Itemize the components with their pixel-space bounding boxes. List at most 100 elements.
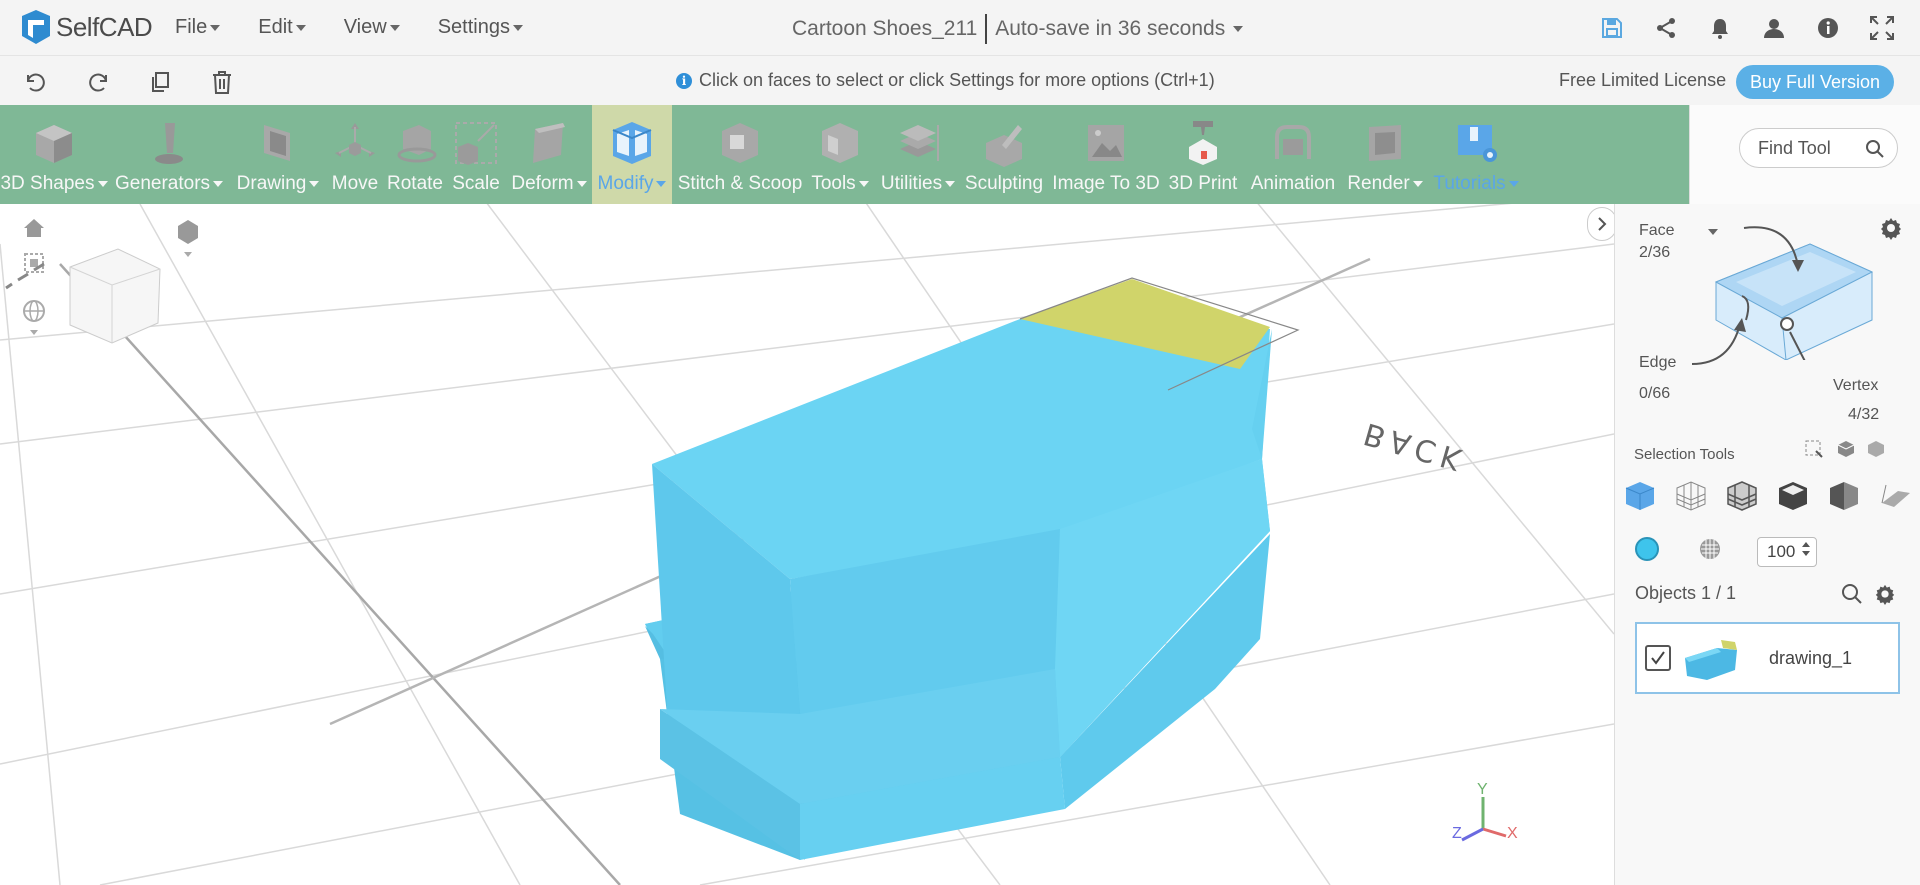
left-face-label-graphic bbox=[5, 262, 45, 290]
stepper-down-icon[interactable] bbox=[1802, 551, 1810, 556]
tool-drawing[interactable]: Drawing bbox=[234, 105, 322, 204]
tool-generators[interactable]: Generators bbox=[110, 105, 228, 204]
menu-view[interactable]: View bbox=[344, 16, 400, 39]
autosave-chevron-icon[interactable] bbox=[1233, 26, 1244, 32]
tool-label: Scale bbox=[452, 173, 500, 194]
chevron-right-icon bbox=[1598, 217, 1607, 231]
menu-edit-label: Edit bbox=[258, 16, 293, 38]
share-icon[interactable] bbox=[1650, 14, 1682, 42]
undo-icon[interactable] bbox=[20, 68, 52, 96]
tool-3d-shapes[interactable]: 3D Shapes bbox=[0, 105, 108, 204]
tool-label: Animation bbox=[1250, 173, 1336, 194]
chevron-down-icon bbox=[576, 181, 587, 187]
sub-bar: i Click on faces to select or click Sett… bbox=[0, 56, 1920, 105]
gear-icon[interactable] bbox=[1879, 216, 1903, 240]
tool-sculpting[interactable]: Sculpting bbox=[962, 105, 1046, 204]
search-icon[interactable] bbox=[1865, 139, 1885, 164]
buy-full-version-button[interactable]: Buy Full Version bbox=[1736, 65, 1894, 99]
select-mesh-icon[interactable] bbox=[1673, 478, 1709, 514]
save-icon[interactable] bbox=[1596, 14, 1628, 42]
edge-count: 0/66 bbox=[1639, 385, 1671, 402]
stepper-up-icon[interactable] bbox=[1802, 542, 1810, 547]
chevron-down-icon bbox=[512, 24, 523, 31]
select-rect-icon[interactable] bbox=[1804, 439, 1824, 459]
select-visible-icon[interactable] bbox=[1866, 439, 1886, 459]
3d-viewport[interactable]: Y Z X BACK bbox=[0, 204, 1614, 885]
select-plane-icon[interactable] bbox=[1877, 478, 1913, 514]
top-right-icons bbox=[1596, 14, 1898, 42]
edge-label: Edge bbox=[1639, 354, 1677, 371]
select-half-icon[interactable] bbox=[1826, 478, 1862, 514]
user-icon[interactable] bbox=[1758, 14, 1790, 42]
menu-file[interactable]: File bbox=[175, 16, 221, 39]
color-picker[interactable] bbox=[1635, 537, 1659, 561]
animation-icon bbox=[1265, 113, 1321, 173]
project-title: Cartoon Shoes_211 Auto-save in 36 second… bbox=[792, 14, 1244, 44]
menu-settings[interactable]: Settings bbox=[438, 16, 523, 39]
chevron-down-icon bbox=[97, 181, 108, 187]
orbit-icon[interactable] bbox=[21, 298, 47, 338]
face-arrow-icon bbox=[1743, 226, 1804, 272]
tool-image-to-3d[interactable]: Image To 3D bbox=[1050, 105, 1162, 204]
vertex-count: 4/32 bbox=[1848, 406, 1880, 423]
tool-move[interactable]: Move bbox=[326, 105, 384, 204]
tool-rotate[interactable]: Rotate bbox=[384, 105, 446, 204]
project-name[interactable]: Cartoon Shoes_211 bbox=[792, 17, 977, 41]
objects-settings-icon[interactable] bbox=[1874, 583, 1896, 605]
shoe-model bbox=[645, 277, 1300, 860]
tool-animation[interactable]: Animation bbox=[1244, 105, 1342, 204]
axis-z-label: Z bbox=[1452, 825, 1462, 842]
fullscreen-icon[interactable] bbox=[1866, 14, 1898, 42]
bell-icon[interactable] bbox=[1704, 14, 1736, 42]
utilities-icon bbox=[890, 113, 946, 173]
perspective-icon[interactable] bbox=[174, 216, 202, 258]
tool-label: Image To 3D bbox=[1052, 173, 1160, 194]
tool-scale[interactable]: Scale bbox=[448, 105, 504, 204]
menu-file-label: File bbox=[175, 16, 208, 38]
opacity-stepper[interactable]: 100 bbox=[1757, 537, 1817, 567]
stepper-arrows[interactable] bbox=[1802, 542, 1810, 556]
object-name: drawing_1 bbox=[1769, 648, 1853, 668]
sculpting-icon bbox=[976, 113, 1032, 173]
info-icon[interactable] bbox=[1812, 14, 1844, 42]
scene-canvas[interactable]: Y Z X bbox=[0, 204, 1614, 885]
tool-stitch-scoop[interactable]: Stitch & Scoop bbox=[676, 105, 804, 204]
texture-icon[interactable] bbox=[1698, 537, 1722, 561]
menu-settings-label: Settings bbox=[437, 16, 510, 38]
tool-deform[interactable]: Deform bbox=[506, 105, 592, 204]
collapse-panel-button[interactable] bbox=[1587, 207, 1617, 241]
menu-edit[interactable]: Edit bbox=[258, 16, 306, 39]
tool-modify[interactable]: Modify bbox=[592, 105, 672, 204]
chevron-down-icon bbox=[213, 181, 224, 187]
move-icon bbox=[327, 113, 383, 173]
trash-icon[interactable] bbox=[206, 68, 238, 96]
face-mode-label[interactable]: Face bbox=[1639, 222, 1675, 240]
find-tool-input[interactable]: Find Tool bbox=[1739, 128, 1898, 168]
stitch-scoop-icon bbox=[712, 113, 768, 173]
select-through-icon[interactable] bbox=[1836, 439, 1856, 459]
search-objects-icon[interactable] bbox=[1841, 583, 1863, 605]
selfcad-logo[interactable]: SelfCAD bbox=[18, 8, 153, 46]
chevron-down-icon bbox=[656, 181, 667, 187]
hint-text: i Click on faces to select or click Sett… bbox=[676, 70, 1215, 91]
object-visible-checkbox[interactable] bbox=[1645, 645, 1671, 671]
tool-label: Modify bbox=[597, 173, 654, 194]
tool-tools[interactable]: Tools bbox=[808, 105, 872, 204]
tool-3d-print[interactable]: 3D Print bbox=[1166, 105, 1240, 204]
tool-tutorials[interactable]: Tutorials bbox=[1428, 105, 1524, 204]
copy-icon[interactable] bbox=[144, 68, 176, 96]
chevron-down-icon bbox=[1412, 181, 1423, 187]
object-list-item[interactable]: drawing_1 bbox=[1635, 622, 1900, 694]
tool-render[interactable]: Render bbox=[1346, 105, 1424, 204]
select-faces-icon[interactable] bbox=[1724, 478, 1760, 514]
select-solid-icon[interactable] bbox=[1775, 478, 1811, 514]
tool-label: Tutorials bbox=[1433, 173, 1506, 194]
redo-icon[interactable] bbox=[82, 68, 114, 96]
selection-mode-icons bbox=[1622, 478, 1913, 514]
tool-label: Sculpting bbox=[964, 173, 1044, 194]
home-icon[interactable] bbox=[22, 216, 46, 240]
select-object-icon[interactable] bbox=[1622, 478, 1658, 514]
autosave-status[interactable]: Auto-save in 36 seconds bbox=[995, 17, 1225, 41]
license-text: Free Limited License bbox=[1559, 70, 1727, 90]
tool-utilities[interactable]: Utilities bbox=[876, 105, 960, 204]
